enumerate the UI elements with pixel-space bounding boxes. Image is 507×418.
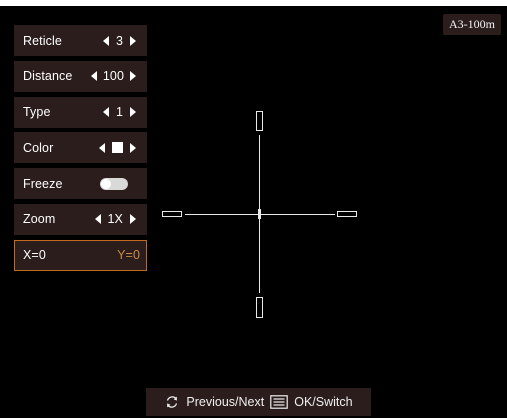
freeze-toggle[interactable] — [100, 177, 128, 190]
reticle-center — [258, 209, 261, 219]
reticle-bottom-marker — [256, 297, 263, 318]
thermal-screen: A3-100m Reticle 3 Distance 100 Type 1 Co… — [0, 0, 507, 418]
right-arrow-icon[interactable] — [130, 142, 136, 153]
left-arrow-icon[interactable] — [102, 107, 109, 118]
menu-item-label: Reticle — [23, 33, 62, 48]
hint-ok-switch: OK/Switch — [294, 395, 353, 409]
menu-item-label: Distance — [23, 69, 73, 84]
hint-bar: Previous/Next OK/Switch — [146, 388, 371, 416]
menu-list-icon — [270, 395, 289, 409]
menu-item-reticle[interactable]: Reticle 3 — [14, 25, 147, 56]
menu-panel: Reticle 3 Distance 100 Type 1 Color Free… — [14, 25, 147, 276]
color-swatch — [112, 142, 123, 154]
left-arrow-icon[interactable] — [90, 71, 97, 82]
menu-item-label: Color — [23, 140, 54, 155]
right-arrow-icon[interactable] — [130, 107, 136, 118]
menu-item-value: 3 — [115, 33, 123, 48]
menu-item-distance[interactable]: Distance 100 — [14, 60, 147, 92]
hint-previous-next: Previous/Next — [186, 395, 265, 409]
menu-item-freeze[interactable]: Freeze — [14, 168, 147, 200]
right-arrow-icon[interactable] — [130, 71, 136, 82]
menu-item-color[interactable]: Color — [14, 132, 147, 164]
menu-item-label: Type — [23, 105, 51, 120]
right-arrow-icon[interactable] — [130, 214, 136, 225]
menu-item-coordinates[interactable]: X=0 Y=0 — [14, 239, 147, 271]
cycle-arrows-icon — [164, 394, 180, 410]
right-arrow-icon[interactable] — [130, 35, 136, 46]
reticle-right-marker — [337, 211, 357, 217]
left-arrow-icon[interactable] — [99, 142, 105, 153]
reticle-top-marker — [256, 111, 263, 131]
reticle-left-marker — [162, 211, 182, 217]
value-selector[interactable]: 3 — [102, 33, 136, 48]
left-arrow-icon[interactable] — [102, 35, 109, 46]
value-selector[interactable] — [99, 142, 136, 154]
menu-item-label: Freeze — [23, 176, 63, 191]
value-selector[interactable]: 1X — [94, 212, 136, 227]
x-coordinate: X=0 — [23, 248, 46, 263]
menu-item-zoom[interactable]: Zoom 1X — [14, 203, 147, 235]
left-arrow-icon[interactable] — [94, 214, 101, 225]
menu-item-label: Zoom — [23, 212, 56, 227]
y-coordinate: Y=0 — [117, 248, 140, 263]
toggle-knob — [101, 178, 111, 189]
menu-item-value: 1X — [107, 212, 123, 227]
menu-item-value: 1 — [115, 105, 123, 120]
menu-item-value: 100 — [102, 69, 124, 84]
value-selector[interactable]: 100 — [90, 69, 136, 84]
value-selector[interactable]: 1 — [102, 105, 136, 120]
menu-item-type[interactable]: Type 1 — [14, 96, 147, 128]
